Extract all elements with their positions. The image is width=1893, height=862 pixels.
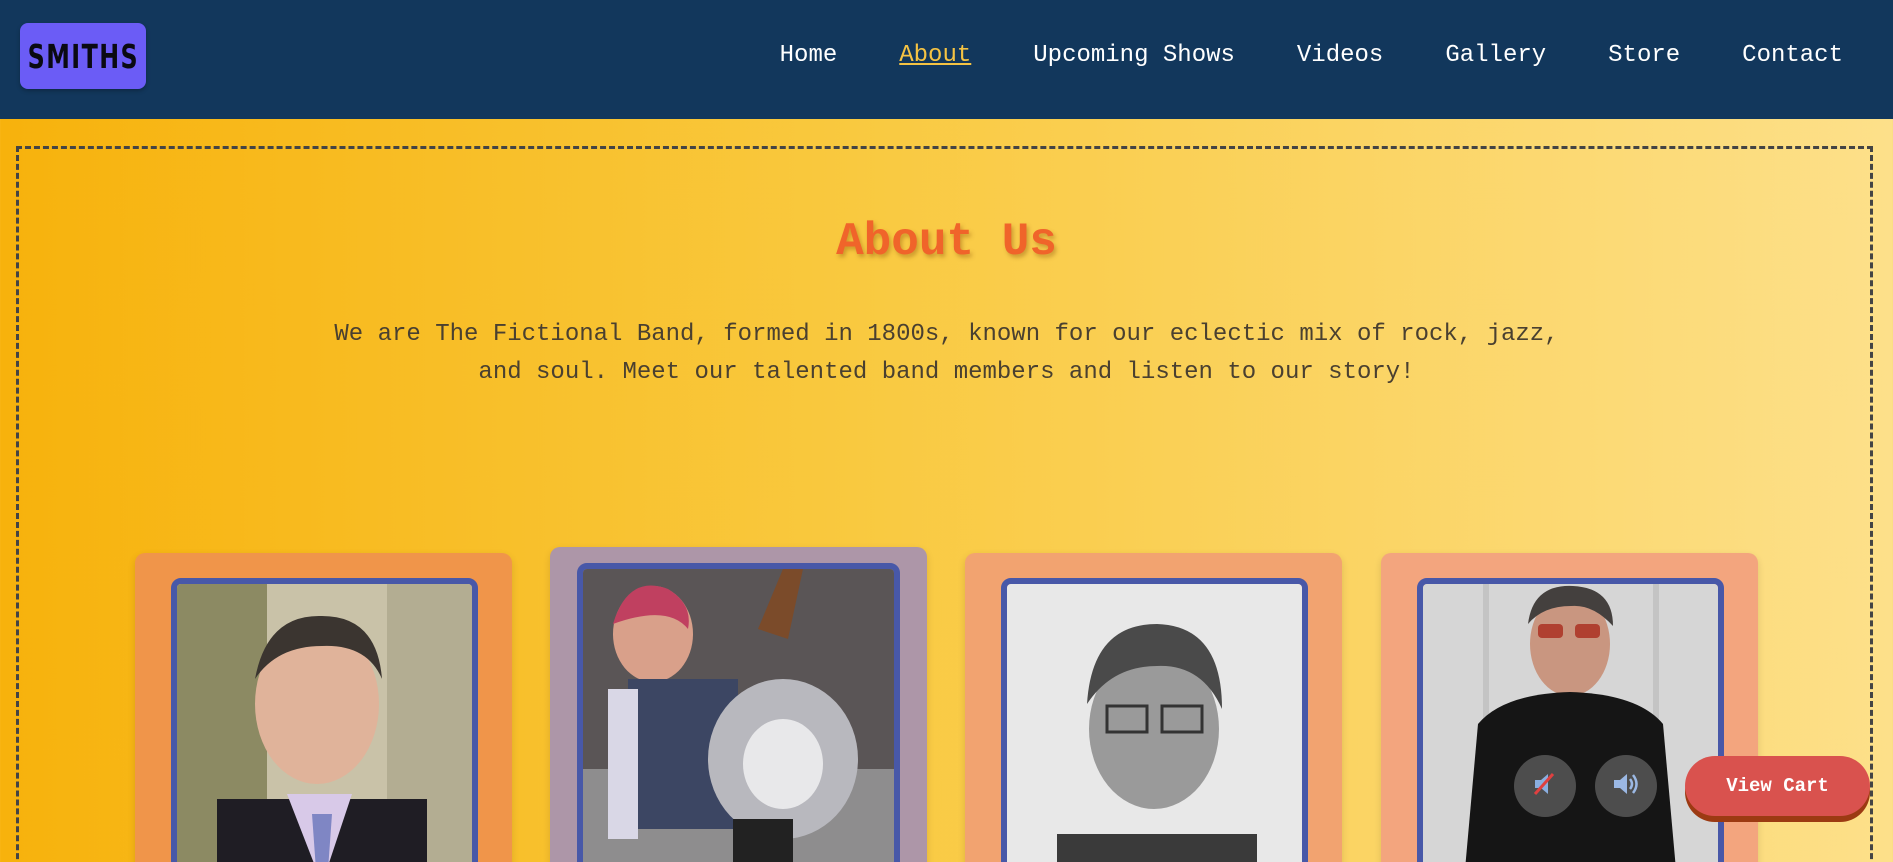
nav-videos[interactable]: Videos <box>1297 42 1383 69</box>
nav-about[interactable]: About <box>899 42 971 69</box>
member-photo <box>1001 578 1308 862</box>
main-nav: Home About Upcoming Shows Videos Gallery… <box>780 42 1843 69</box>
view-cart-button[interactable]: View Cart <box>1685 756 1870 816</box>
member-photo <box>1417 578 1724 862</box>
page-title: About Us <box>836 216 1057 268</box>
member-card[interactable] <box>965 553 1342 862</box>
member-photo <box>171 578 478 862</box>
nav-home[interactable]: Home <box>780 42 838 69</box>
member-card[interactable] <box>135 553 512 862</box>
member-photo <box>577 563 900 862</box>
speaker-volume-icon <box>1611 770 1641 803</box>
nav-contact[interactable]: Contact <box>1742 42 1843 69</box>
member-card[interactable] <box>550 547 927 862</box>
member-card[interactable] <box>1381 553 1758 862</box>
band-logo[interactable]: SMITHS <box>20 23 146 89</box>
volume-button[interactable] <box>1595 755 1657 817</box>
logo-text: SMITHS <box>27 36 139 76</box>
about-intro-text: We are The Fictional Band, formed in 180… <box>334 321 1559 386</box>
nav-upcoming-shows[interactable]: Upcoming Shows <box>1033 42 1235 69</box>
nav-store[interactable]: Store <box>1608 42 1680 69</box>
site-header: SMITHS Home About Upcoming Shows Videos … <box>0 0 1893 119</box>
speaker-muted-icon <box>1531 770 1559 803</box>
nav-gallery[interactable]: Gallery <box>1445 42 1546 69</box>
view-cart-label: View Cart <box>1726 775 1829 797</box>
mute-button[interactable] <box>1514 755 1576 817</box>
